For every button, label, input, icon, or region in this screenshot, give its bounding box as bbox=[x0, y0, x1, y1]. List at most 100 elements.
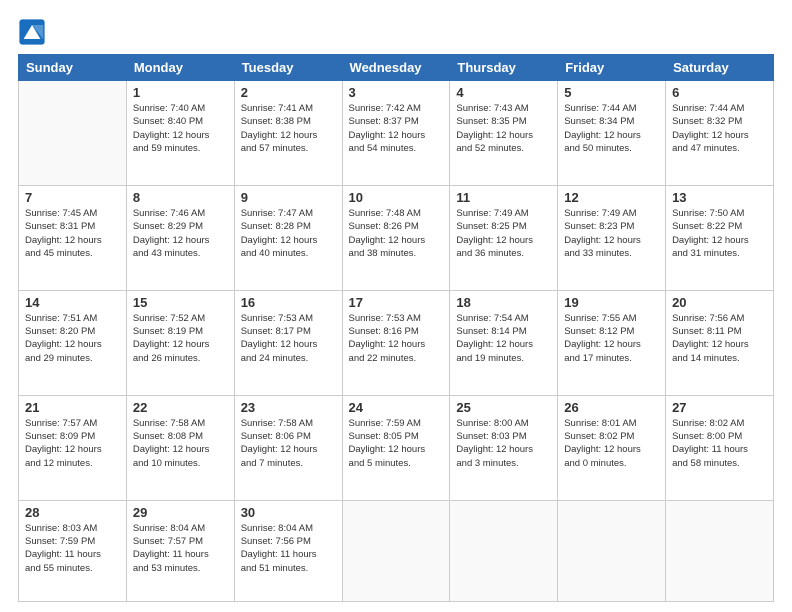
col-header-sunday: Sunday bbox=[19, 55, 127, 81]
day-info: Sunrise: 7:59 AM Sunset: 8:05 PM Dayligh… bbox=[349, 417, 444, 470]
calendar-cell: 4 Sunrise: 7:43 AM Sunset: 8:35 PM Daylig… bbox=[450, 81, 558, 186]
calendar-cell: 26 Sunrise: 8:01 AM Sunset: 8:02 PM Dayli… bbox=[558, 395, 666, 500]
day-info: Sunrise: 7:52 AM Sunset: 8:19 PM Dayligh… bbox=[133, 312, 228, 365]
day-info: Sunrise: 7:56 AM Sunset: 8:11 PM Dayligh… bbox=[672, 312, 767, 365]
day-info: Sunrise: 7:50 AM Sunset: 8:22 PM Dayligh… bbox=[672, 207, 767, 260]
day-number: 13 bbox=[672, 190, 767, 205]
logo-icon bbox=[18, 18, 46, 46]
calendar-cell: 27 Sunrise: 8:02 AM Sunset: 8:00 PM Dayli… bbox=[666, 395, 774, 500]
day-number: 16 bbox=[241, 295, 336, 310]
calendar-cell bbox=[666, 500, 774, 601]
calendar-cell: 5 Sunrise: 7:44 AM Sunset: 8:34 PM Daylig… bbox=[558, 81, 666, 186]
calendar-week-4: 21Sunrise: 7:57 AM Sunset: 8:09 PM Dayli… bbox=[19, 395, 774, 500]
day-info: Sunrise: 7:58 AM Sunset: 8:08 PM Dayligh… bbox=[133, 417, 228, 470]
calendar-cell: 10 Sunrise: 7:48 AM Sunset: 8:26 PM Dayli… bbox=[342, 185, 450, 290]
col-header-saturday: Saturday bbox=[666, 55, 774, 81]
day-info: Sunrise: 7:58 AM Sunset: 8:06 PM Dayligh… bbox=[241, 417, 336, 470]
calendar-cell: 1 Sunrise: 7:40 AM Sunset: 8:40 PM Daylig… bbox=[126, 81, 234, 186]
logo bbox=[18, 18, 48, 46]
calendar-week-3: 14 Sunrise: 7:51 AM Sunset: 8:20 PM Dayli… bbox=[19, 290, 774, 395]
day-info: Sunrise: 7:45 AM Sunset: 8:31 PM Dayligh… bbox=[25, 207, 120, 260]
day-number: 30 bbox=[241, 505, 336, 520]
day-number: 8 bbox=[133, 190, 228, 205]
calendar-week-2: 7 Sunrise: 7:45 AM Sunset: 8:31 PM Daylig… bbox=[19, 185, 774, 290]
calendar-cell: 29 Sunrise: 8:04 AM Sunset: 7:57 PM Dayli… bbox=[126, 500, 234, 601]
calendar-cell: 22 Sunrise: 7:58 AM Sunset: 8:08 PM Dayli… bbox=[126, 395, 234, 500]
calendar-week-5: 28Sunrise: 8:03 AM Sunset: 7:59 PM Dayli… bbox=[19, 500, 774, 601]
calendar-cell: 24 Sunrise: 7:59 AM Sunset: 8:05 PM Dayli… bbox=[342, 395, 450, 500]
calendar-cell: 17 Sunrise: 7:53 AM Sunset: 8:16 PM Dayli… bbox=[342, 290, 450, 395]
day-number: 4 bbox=[456, 85, 551, 100]
calendar-header-row: SundayMondayTuesdayWednesdayThursdayFrid… bbox=[19, 55, 774, 81]
day-number: 10 bbox=[349, 190, 444, 205]
calendar-cell: 23Sunrise: 7:58 AM Sunset: 8:06 PM Dayli… bbox=[234, 395, 342, 500]
col-header-tuesday: Tuesday bbox=[234, 55, 342, 81]
calendar-cell bbox=[450, 500, 558, 601]
calendar-week-1: 1 Sunrise: 7:40 AM Sunset: 8:40 PM Daylig… bbox=[19, 81, 774, 186]
calendar-cell: 20 Sunrise: 7:56 AM Sunset: 8:11 PM Dayli… bbox=[666, 290, 774, 395]
day-info: Sunrise: 8:00 AM Sunset: 8:03 PM Dayligh… bbox=[456, 417, 551, 470]
day-number: 15 bbox=[133, 295, 228, 310]
day-number: 2 bbox=[241, 85, 336, 100]
day-number: 19 bbox=[564, 295, 659, 310]
calendar-cell: 14 Sunrise: 7:51 AM Sunset: 8:20 PM Dayli… bbox=[19, 290, 127, 395]
day-info: Sunrise: 7:55 AM Sunset: 8:12 PM Dayligh… bbox=[564, 312, 659, 365]
day-info: Sunrise: 8:04 AM Sunset: 7:57 PM Dayligh… bbox=[133, 522, 228, 575]
day-number: 7 bbox=[25, 190, 120, 205]
day-info: Sunrise: 7:43 AM Sunset: 8:35 PM Dayligh… bbox=[456, 102, 551, 155]
day-number: 18 bbox=[456, 295, 551, 310]
day-info: Sunrise: 7:46 AM Sunset: 8:29 PM Dayligh… bbox=[133, 207, 228, 260]
col-header-monday: Monday bbox=[126, 55, 234, 81]
day-number: 20 bbox=[672, 295, 767, 310]
day-info: Sunrise: 8:01 AM Sunset: 8:02 PM Dayligh… bbox=[564, 417, 659, 470]
day-number: 24 bbox=[349, 400, 444, 415]
calendar-cell bbox=[558, 500, 666, 601]
calendar-cell bbox=[342, 500, 450, 601]
day-info: Sunrise: 7:44 AM Sunset: 8:34 PM Dayligh… bbox=[564, 102, 659, 155]
day-number: 21 bbox=[25, 400, 120, 415]
calendar-cell: 18 Sunrise: 7:54 AM Sunset: 8:14 PM Dayli… bbox=[450, 290, 558, 395]
calendar-cell: 15 Sunrise: 7:52 AM Sunset: 8:19 PM Dayli… bbox=[126, 290, 234, 395]
calendar-cell: 16Sunrise: 7:53 AM Sunset: 8:17 PM Dayli… bbox=[234, 290, 342, 395]
day-info: Sunrise: 8:03 AM Sunset: 7:59 PM Dayligh… bbox=[25, 522, 120, 575]
day-number: 29 bbox=[133, 505, 228, 520]
day-info: Sunrise: 8:04 AM Sunset: 7:56 PM Dayligh… bbox=[241, 522, 336, 575]
day-info: Sunrise: 8:02 AM Sunset: 8:00 PM Dayligh… bbox=[672, 417, 767, 470]
day-info: Sunrise: 7:53 AM Sunset: 8:16 PM Dayligh… bbox=[349, 312, 444, 365]
calendar-cell: 2 Sunrise: 7:41 AM Sunset: 8:38 PM Daylig… bbox=[234, 81, 342, 186]
day-info: Sunrise: 7:48 AM Sunset: 8:26 PM Dayligh… bbox=[349, 207, 444, 260]
day-info: Sunrise: 7:47 AM Sunset: 8:28 PM Dayligh… bbox=[241, 207, 336, 260]
day-info: Sunrise: 7:44 AM Sunset: 8:32 PM Dayligh… bbox=[672, 102, 767, 155]
calendar-cell: 11 Sunrise: 7:49 AM Sunset: 8:25 PM Dayli… bbox=[450, 185, 558, 290]
calendar-cell: 13 Sunrise: 7:50 AM Sunset: 8:22 PM Dayli… bbox=[666, 185, 774, 290]
day-number: 3 bbox=[349, 85, 444, 100]
calendar-cell: 21Sunrise: 7:57 AM Sunset: 8:09 PM Dayli… bbox=[19, 395, 127, 500]
calendar-cell: 6 Sunrise: 7:44 AM Sunset: 8:32 PM Daylig… bbox=[666, 81, 774, 186]
header bbox=[18, 18, 774, 46]
day-number: 1 bbox=[133, 85, 228, 100]
col-header-friday: Friday bbox=[558, 55, 666, 81]
day-number: 11 bbox=[456, 190, 551, 205]
day-number: 6 bbox=[672, 85, 767, 100]
day-number: 17 bbox=[349, 295, 444, 310]
day-number: 14 bbox=[25, 295, 120, 310]
col-header-wednesday: Wednesday bbox=[342, 55, 450, 81]
calendar-cell: 3Sunrise: 7:42 AM Sunset: 8:37 PM Daylig… bbox=[342, 81, 450, 186]
day-number: 27 bbox=[672, 400, 767, 415]
day-number: 22 bbox=[133, 400, 228, 415]
day-info: Sunrise: 7:51 AM Sunset: 8:20 PM Dayligh… bbox=[25, 312, 120, 365]
calendar-table: SundayMondayTuesdayWednesdayThursdayFrid… bbox=[18, 54, 774, 602]
day-info: Sunrise: 7:49 AM Sunset: 8:25 PM Dayligh… bbox=[456, 207, 551, 260]
calendar-cell: 30 Sunrise: 8:04 AM Sunset: 7:56 PM Dayli… bbox=[234, 500, 342, 601]
page: SundayMondayTuesdayWednesdayThursdayFrid… bbox=[0, 0, 792, 612]
day-info: Sunrise: 7:49 AM Sunset: 8:23 PM Dayligh… bbox=[564, 207, 659, 260]
day-info: Sunrise: 7:40 AM Sunset: 8:40 PM Dayligh… bbox=[133, 102, 228, 155]
day-info: Sunrise: 7:54 AM Sunset: 8:14 PM Dayligh… bbox=[456, 312, 551, 365]
day-info: Sunrise: 7:41 AM Sunset: 8:38 PM Dayligh… bbox=[241, 102, 336, 155]
calendar-cell: 9Sunrise: 7:47 AM Sunset: 8:28 PM Daylig… bbox=[234, 185, 342, 290]
day-number: 26 bbox=[564, 400, 659, 415]
calendar-cell: 12Sunrise: 7:49 AM Sunset: 8:23 PM Dayli… bbox=[558, 185, 666, 290]
calendar-cell: 28Sunrise: 8:03 AM Sunset: 7:59 PM Dayli… bbox=[19, 500, 127, 601]
day-number: 5 bbox=[564, 85, 659, 100]
calendar-cell: 25Sunrise: 8:00 AM Sunset: 8:03 PM Dayli… bbox=[450, 395, 558, 500]
